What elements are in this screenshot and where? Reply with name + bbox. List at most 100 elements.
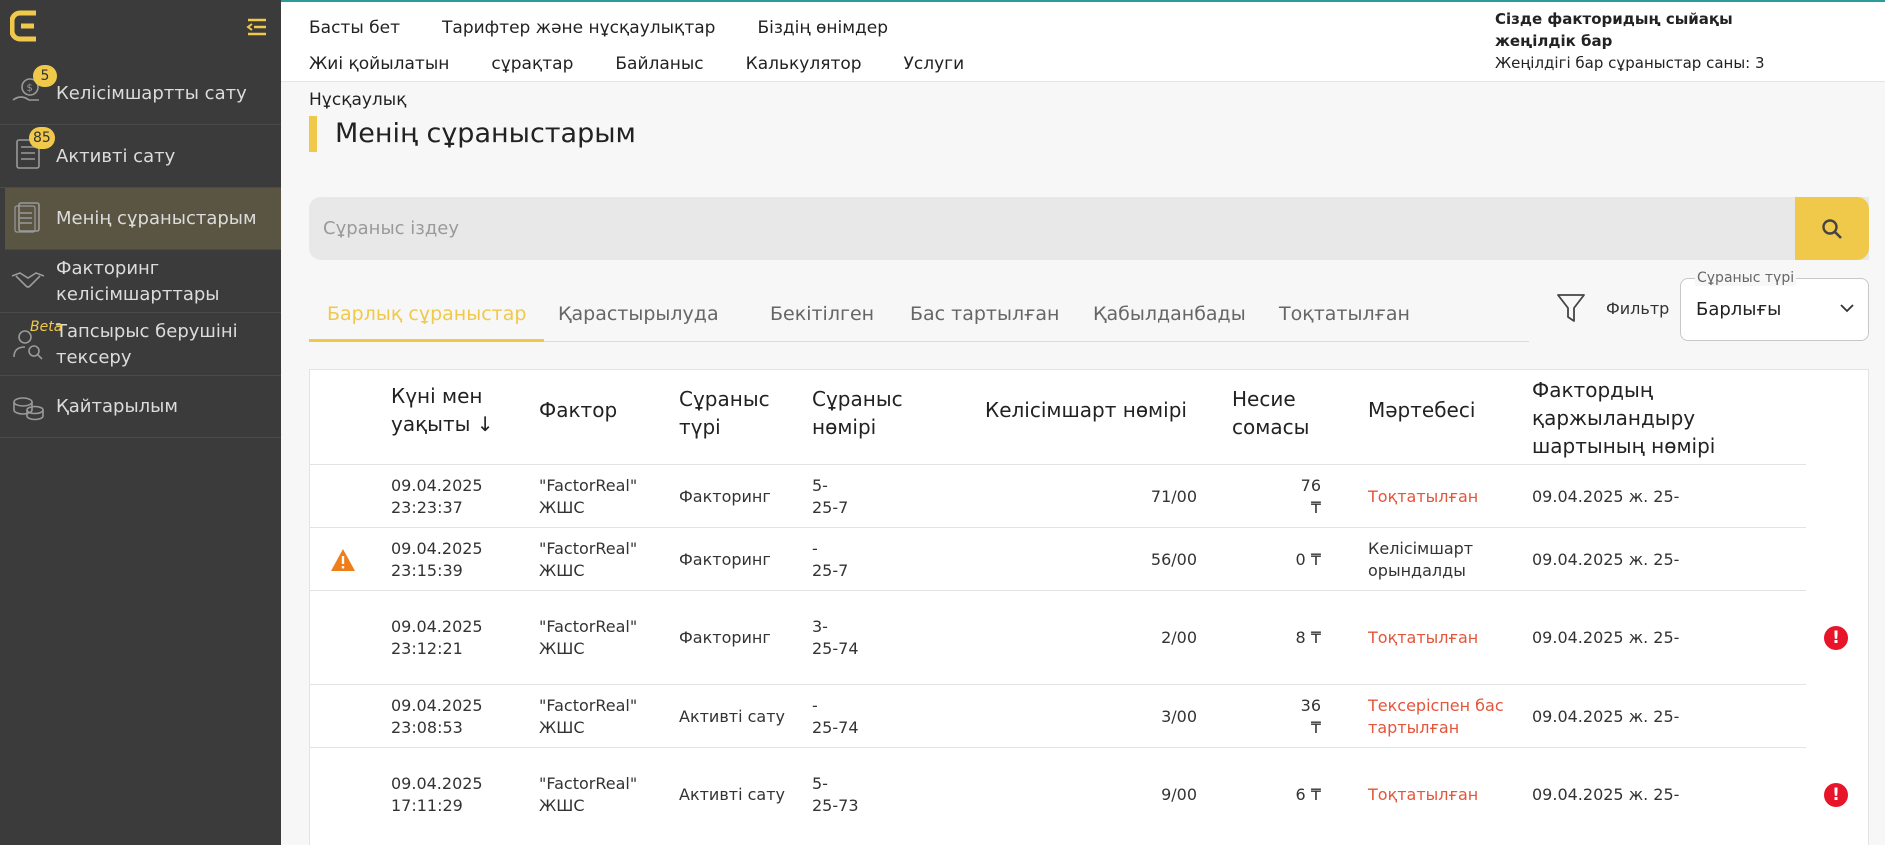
cell-factor-contract-number: 09.04.2025 ж. 25- <box>1532 627 1679 649</box>
cell-request-number: - 25-74 <box>812 695 859 739</box>
cell-line: ЖШС <box>539 561 585 580</box>
request-type-select[interactable]: Сұраныс түрі Барлығы <box>1680 270 1869 341</box>
table-row[interactable]: 09.04.2025 23:12:21 "FactorReal" ЖШС Фактори… <box>310 590 1848 684</box>
header-date[interactable]: Күні мен уақыты ↓ <box>391 382 494 438</box>
cell-loan-amount: 0 ₸ <box>1296 549 1321 571</box>
collapse-menu-icon[interactable] <box>246 18 268 36</box>
svg-text:$: $ <box>27 83 33 94</box>
nav-tariffs-link[interactable]: Тарифтер және нұсқаулықтар <box>442 10 715 46</box>
cell-factor-contract-number: 09.04.2025 ж. 25- <box>1532 706 1679 728</box>
header-factor: Фактор <box>539 398 618 422</box>
filter-button[interactable]: Фильтр <box>1556 292 1669 324</box>
cell-loan-amount: 36 ₸ <box>1301 695 1321 739</box>
sidebar-item-returns[interactable]: Қайтарылым <box>0 376 281 438</box>
cell-line: 09.04.2025 <box>391 617 483 636</box>
cell-line: 09.04.2025 <box>391 539 483 558</box>
warning-icon[interactable] <box>330 548 356 572</box>
sidebar-item-sell-contract[interactable]: $ 5 Келісімшартты сату <box>0 63 281 125</box>
tab-all[interactable]: Барлық сұраныстар <box>309 290 545 342</box>
cell-date: 09.04.2025 23:12:21 <box>391 616 483 660</box>
cell-line: 09.04.2025 ж. 25- <box>1532 707 1680 726</box>
header-request-number: Сұраныс нөмірі <box>812 385 903 441</box>
cell-factor: "FactorReal" ЖШС <box>539 773 637 817</box>
header-label: уақыты ↓ <box>391 412 494 436</box>
cell-line: Факторинг <box>679 628 771 647</box>
cell-line: "FactorReal" <box>539 476 638 495</box>
cell-factor: "FactorReal" ЖШС <box>539 695 637 739</box>
error-alert-icon[interactable]: ! <box>1824 783 1848 807</box>
table-row[interactable]: 09.04.2025 23:08:53 "FactorReal" ЖШС Активті… <box>310 684 1806 747</box>
promo-line: жеңілдік бар <box>1495 32 1613 50</box>
cell-line: 09.04.2025 <box>391 696 483 715</box>
table-row[interactable]: 09.04.2025 23:15:39 "FactorReal" ЖШС Фактори… <box>310 527 1806 590</box>
cell-contract-number: 56/00 <box>1151 549 1197 571</box>
logo-icon[interactable] <box>10 10 40 42</box>
tab-declined[interactable]: Қабылданбады <box>1075 290 1264 342</box>
error-alert-icon[interactable]: ! <box>1824 626 1848 650</box>
nav-services-link[interactable]: Услуги <box>904 46 965 82</box>
nav-products-link[interactable]: Біздің өнімдер <box>757 10 888 46</box>
nav-home-link[interactable]: Басты бет <box>309 10 400 46</box>
sidebar-item-sell-asset[interactable]: 85 Активті сату <box>0 125 281 188</box>
tab-stopped[interactable]: Тоқтатылған <box>1261 290 1428 342</box>
sidebar-item-label: келісімшарттары <box>56 284 220 305</box>
cell-line: 09.04.2025 <box>391 774 483 793</box>
nav-faq-link-cont[interactable]: сұрақтар <box>491 46 573 82</box>
sidebar-item-label: Факторинг <box>56 258 160 279</box>
nav-faq-link[interactable]: Жиі қойылатын <box>309 46 449 82</box>
tab-rejected[interactable]: Бас тартылған <box>892 290 1077 342</box>
header-factor-contract-number: Фактордың қаржыландыру шартының нөмірі <box>1532 376 1715 460</box>
filter-label: Фильтр <box>1606 298 1670 318</box>
cell-line: - <box>812 539 818 558</box>
cell-factor: "FactorReal" ЖШС <box>539 616 637 660</box>
tab-under-review[interactable]: Қарастырылуда <box>540 290 737 342</box>
cell-request-number: 5- 25-7 <box>812 475 848 519</box>
cell-line: "FactorReal" <box>539 539 638 558</box>
funnel-icon <box>1557 294 1585 322</box>
cell-line: 36 <box>1300 696 1321 715</box>
cell-line: 23:23:37 <box>391 498 463 517</box>
cell-loan-amount: 76 ₸ <box>1301 475 1321 519</box>
sidebar-item-label: Қайтарылым <box>56 396 178 417</box>
header-loan-amount: Несие сомасы <box>1232 385 1309 441</box>
cell-line: 09.04.2025 ж. 25- <box>1532 785 1680 804</box>
search-button[interactable] <box>1795 197 1869 260</box>
search-bar <box>309 197 1869 260</box>
cell-factor-contract-number: 09.04.2025 ж. 25- <box>1532 486 1679 508</box>
cell-request-type: Факторинг <box>679 549 771 571</box>
cell-factor: "FactorReal" ЖШС <box>539 538 637 582</box>
cell-line: ₸ <box>1310 498 1321 517</box>
cell-status: Тоқтатылған <box>1368 784 1478 806</box>
sidebar-item-my-requests[interactable]: Менің сұраныстарым <box>5 188 281 250</box>
cell-line: ₸ <box>1310 718 1321 737</box>
promo-count: Жеңілдігі бар сұраныстар саны: 3 <box>1495 54 1765 72</box>
cell-line: 25-7 <box>812 498 849 517</box>
cell-request-type: Факторинг <box>679 627 771 649</box>
cell-line: 3/00 <box>1161 707 1197 726</box>
header-label: Сұраныс <box>679 387 770 411</box>
sidebar-item-factoring-contracts[interactable]: Факторинг келісімшарттары <box>0 250 281 313</box>
tab-approved[interactable]: Бекітілген <box>752 290 892 342</box>
cell-line: Тоқтатылған <box>1368 628 1479 647</box>
sidebar-item-label: Келісімшартты сату <box>56 83 247 104</box>
table-row[interactable]: 09.04.2025 17:11:29 "FactorReal" ЖШС Активті… <box>310 747 1848 841</box>
select-value: Барлығы <box>1696 299 1782 320</box>
cell-date: 09.04.2025 23:08:53 <box>391 695 483 739</box>
search-input[interactable] <box>309 197 1779 260</box>
cell-line: 8 ₸ <box>1295 628 1321 647</box>
cell-line: 5- <box>812 476 828 495</box>
cell-line: - <box>812 696 818 715</box>
table-row[interactable]: 09.04.2025 23:23:37 "FactorReal" ЖШС Фактори… <box>310 464 1806 527</box>
nav-contacts-link[interactable]: Байланыс <box>615 46 703 82</box>
nav-calculator-link[interactable]: Калькулятор <box>746 46 862 82</box>
cell-line: 09.04.2025 ж. 25- <box>1532 628 1680 647</box>
cell-request-number: 3- 25-74 <box>812 616 859 660</box>
promo-line: Сізде факторидың сыйақы мөлшерлемесіне 1… <box>1495 10 1733 28</box>
cell-line: "FactorReal" <box>539 774 638 793</box>
sidebar-badge: 5 <box>33 65 57 87</box>
nav-guide-link[interactable]: Нұсқаулық <box>309 82 407 118</box>
cell-line: Тоқтатылған <box>1368 487 1479 506</box>
handshake-icon <box>11 272 45 288</box>
header-contract-number: Келісімшарт нөмірі <box>985 398 1187 422</box>
beta-badge: Beta <box>30 319 63 335</box>
